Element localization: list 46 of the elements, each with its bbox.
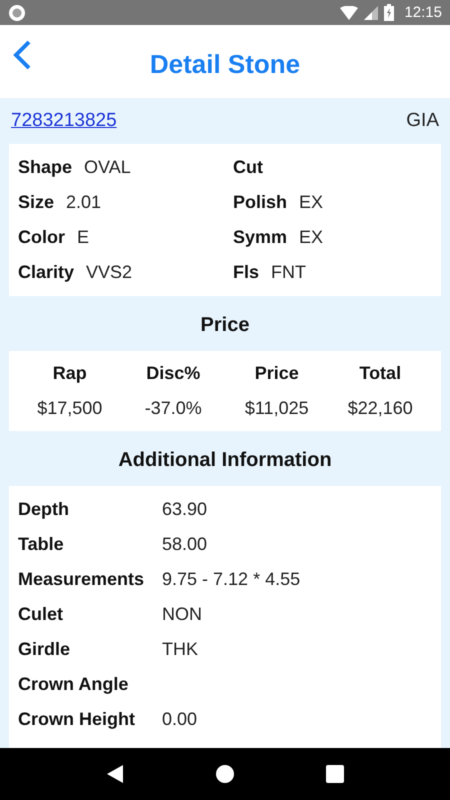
spec-value: OVAL <box>84 157 131 178</box>
price-label: Rap <box>52 363 88 384</box>
spec-value: 2.01 <box>66 192 102 213</box>
info-label: Depth <box>18 499 70 520</box>
info-value: 9.75 - 7.12 * 4.55 <box>162 569 302 590</box>
status-time: 12:15 <box>404 4 442 21</box>
price-label: Price <box>254 363 300 384</box>
spec-label: Size <box>18 192 54 213</box>
stone-id-link[interactable]: 7283213825 <box>11 110 117 132</box>
section-heading: Additional Information <box>117 448 333 473</box>
spec-label: Polish <box>233 192 288 213</box>
spec-label: Color <box>18 227 65 248</box>
price-label: Disc% <box>145 363 202 384</box>
info-label: Crown Angle <box>18 674 130 695</box>
spec-value: EX <box>299 227 324 248</box>
info-label: Culet <box>18 604 64 625</box>
price-value: -37.0% <box>144 398 203 419</box>
price-label: Total <box>358 363 402 384</box>
info-value: THK <box>162 639 199 660</box>
spec-label: Cut <box>233 157 263 178</box>
lab-name: GIA <box>406 110 439 132</box>
info-label: Measurements <box>18 569 146 590</box>
notification-icon <box>8 4 26 22</box>
spec-value: VVS2 <box>86 262 132 283</box>
spec-value: EX <box>299 192 324 213</box>
info-value: NON <box>162 604 203 625</box>
section-heading: Price <box>200 313 250 338</box>
wifi-icon <box>340 6 358 20</box>
info-label: Table <box>18 534 65 555</box>
battery-charging-icon <box>384 4 394 21</box>
info-label: Girdle <box>18 639 72 660</box>
info-value: 63.90 <box>162 499 208 520</box>
spec-label: Shape <box>18 157 72 178</box>
spec-value: FNT <box>271 262 306 283</box>
spec-label: Fls <box>233 262 260 283</box>
info-value: 58.00 <box>162 534 208 555</box>
signal-icon <box>364 6 378 20</box>
price-value: $22,160 <box>346 398 414 419</box>
info-value: 0.00 <box>162 709 198 730</box>
info-label: Crown Height <box>18 709 136 730</box>
page-title: Detail Stone <box>150 49 300 80</box>
spec-value: E <box>77 227 90 248</box>
spec-label: Clarity <box>18 262 74 283</box>
price-value: $17,500 <box>36 398 104 419</box>
price-value: $11,025 <box>244 398 310 419</box>
spec-label: Symm <box>233 227 288 248</box>
